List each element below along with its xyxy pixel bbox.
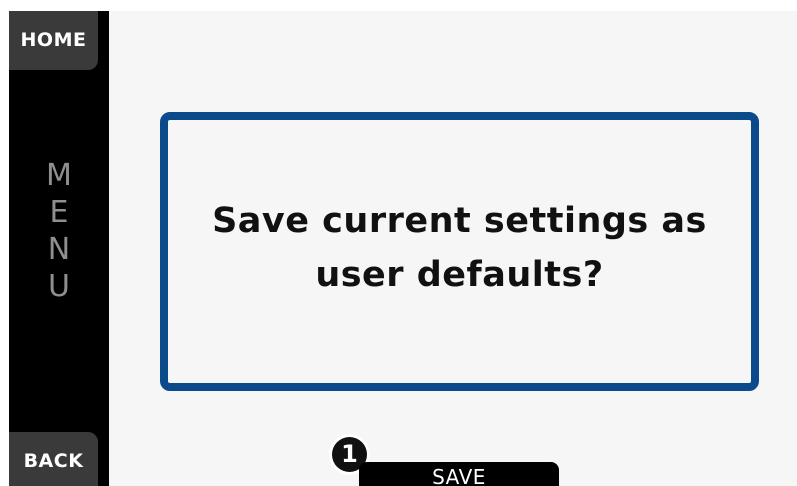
menu-vertical-label: M E N U <box>9 157 109 305</box>
sidebar: HOME M E N U BACK <box>9 11 109 486</box>
menu-letter: M <box>46 158 72 193</box>
dialog-message: Save current settings as user defaults? <box>190 194 730 302</box>
menu-letter: U <box>48 269 70 304</box>
menu-letter: N <box>47 232 71 267</box>
back-button[interactable]: BACK <box>9 432 98 486</box>
home-button[interactable]: HOME <box>9 11 98 70</box>
save-button[interactable]: SAVE <box>359 462 559 486</box>
dialog-message-line-1: Save current settings as <box>212 200 707 241</box>
confirmation-dialog: Save current settings as user defaults? <box>160 112 759 391</box>
menu-letter: E <box>49 195 69 230</box>
dialog-message-line-2: user defaults? <box>315 254 604 295</box>
camera-menu-screen: HOME M E N U BACK Save current settings … <box>9 11 797 486</box>
